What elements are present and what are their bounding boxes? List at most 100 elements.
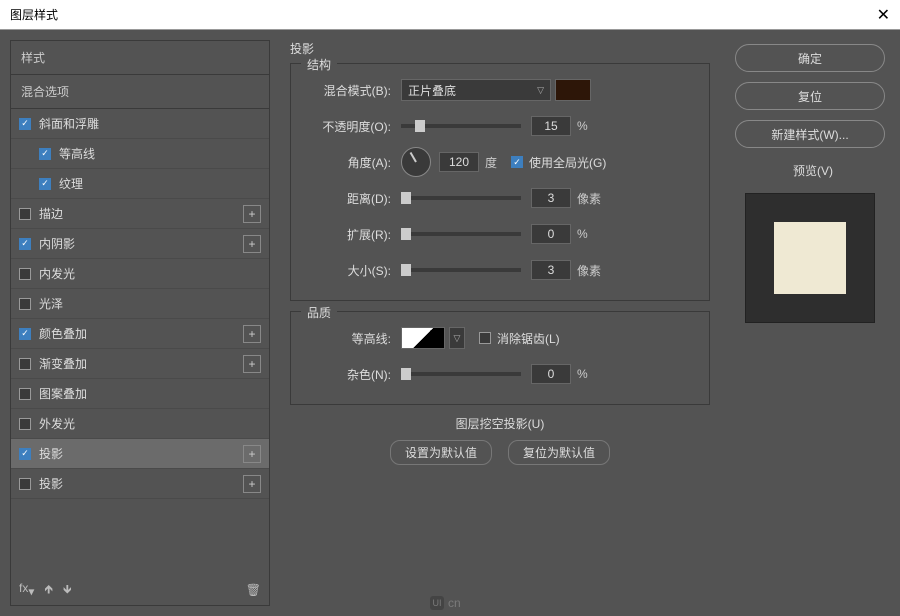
blend-mode-select[interactable]: 正片叠底 ▽ <box>401 79 551 101</box>
add-effect-icon[interactable]: + <box>243 325 261 343</box>
style-item-5[interactable]: 内发光 <box>11 259 269 289</box>
preview-label: 预览(V) <box>793 162 833 179</box>
new-style-button[interactable]: 新建样式(W)... <box>735 120 885 148</box>
style-item-12[interactable]: 投影 + <box>11 469 269 499</box>
knockout-row: 图层挖空投影(U) <box>290 415 710 432</box>
contour-label: 等高线: <box>305 330 391 347</box>
knockout-label: 图层挖空投影(U) <box>456 415 545 432</box>
structure-label: 结构 <box>301 56 337 73</box>
angle-dial[interactable] <box>401 147 431 177</box>
style-checkbox[interactable] <box>19 478 31 490</box>
styles-footer: fx▾ 🡹 🡻 🗑 <box>11 575 269 605</box>
style-item-3[interactable]: 描边 + <box>11 199 269 229</box>
spread-slider[interactable] <box>401 232 521 236</box>
noise-slider[interactable] <box>401 372 521 376</box>
angle-input[interactable]: 120 <box>439 152 479 172</box>
antialias-checkbox[interactable] <box>479 332 491 344</box>
style-list: 斜面和浮雕等高线纹理描边 + 内阴影 + 内发光光泽颜色叠加+ 渐变叠加 + 图案叠加外发光投… <box>11 109 269 575</box>
contour-picker[interactable] <box>401 327 445 349</box>
style-item-8[interactable]: 渐变叠加 + <box>11 349 269 379</box>
dialog-content: 样式 混合选项 斜面和浮雕等高线纹理描边 + 内阴影 + 内发光光泽颜色叠加+ 渐变叠加 +… <box>0 30 900 616</box>
style-item-6[interactable]: 光泽 <box>11 289 269 319</box>
style-item-label: 内阴影 <box>39 235 75 252</box>
spread-label: 扩展(R): <box>305 226 391 243</box>
preview-toggle-row: 预览(V) <box>787 162 833 179</box>
add-effect-icon[interactable]: + <box>243 355 261 373</box>
angle-label: 角度(A): <box>305 154 391 171</box>
watermark-badge: UI <box>430 596 444 610</box>
titlebar: 图层样式 ✕ <box>0 0 900 30</box>
chevron-down-icon: ▽ <box>537 85 544 96</box>
size-slider[interactable] <box>401 268 521 272</box>
style-checkbox[interactable] <box>19 208 31 220</box>
opacity-slider[interactable] <box>401 124 521 128</box>
blend-options-header[interactable]: 混合选项 <box>11 75 269 109</box>
global-light-checkbox[interactable] <box>511 156 523 168</box>
style-checkbox[interactable] <box>19 118 31 130</box>
blend-mode-label: 混合模式(B): <box>305 82 391 99</box>
style-checkbox[interactable] <box>19 448 31 460</box>
style-checkbox[interactable] <box>39 148 51 160</box>
style-item-label: 外发光 <box>39 415 75 432</box>
style-item-label: 渐变叠加 <box>39 355 87 372</box>
style-checkbox[interactable] <box>19 328 31 340</box>
down-arrow-icon[interactable]: 🡻 <box>63 580 72 601</box>
contour-dropdown[interactable]: ▽ <box>449 327 465 349</box>
noise-label: 杂色(N): <box>305 366 391 383</box>
spread-input[interactable]: 0 <box>531 224 571 244</box>
fx-icon[interactable]: fx▾ <box>19 581 34 598</box>
trash-icon[interactable]: 🗑 <box>246 583 261 597</box>
size-row: 大小(S): 3 像素 <box>305 258 695 282</box>
opacity-label: 不透明度(O): <box>305 118 391 135</box>
style-item-0[interactable]: 斜面和浮雕 <box>11 109 269 139</box>
style-item-label: 投影 <box>39 475 63 492</box>
style-item-label: 描边 <box>39 205 63 222</box>
opacity-row: 不透明度(O): 15 % <box>305 114 695 138</box>
style-item-7[interactable]: 颜色叠加+ <box>11 319 269 349</box>
style-item-1[interactable]: 等高线 <box>11 139 269 169</box>
quality-label: 品质 <box>301 304 337 321</box>
style-checkbox[interactable] <box>19 418 31 430</box>
style-checkbox[interactable] <box>19 268 31 280</box>
style-item-label: 斜面和浮雕 <box>39 115 99 132</box>
distance-row: 距离(D): 3 像素 <box>305 186 695 210</box>
style-item-label: 纹理 <box>59 175 83 192</box>
noise-row: 杂色(N): 0 % <box>305 362 695 386</box>
opacity-input[interactable]: 15 <box>531 116 571 136</box>
size-input[interactable]: 3 <box>531 260 571 280</box>
style-item-2[interactable]: 纹理 <box>11 169 269 199</box>
distance-slider[interactable] <box>401 196 521 200</box>
angle-row: 角度(A): 120 度 使用全局光(G) <box>305 150 695 174</box>
style-item-9[interactable]: 图案叠加 <box>11 379 269 409</box>
up-arrow-icon[interactable]: 🡹 <box>44 580 53 601</box>
blend-mode-row: 混合模式(B): 正片叠底 ▽ <box>305 78 695 102</box>
style-item-10[interactable]: 外发光 <box>11 409 269 439</box>
add-effect-icon[interactable]: + <box>243 205 261 223</box>
style-item-label: 投影 <box>39 445 63 462</box>
global-light-label: 使用全局光(G) <box>529 154 606 171</box>
window-title: 图层样式 <box>10 6 58 23</box>
style-checkbox[interactable] <box>19 238 31 250</box>
antialias-label: 消除锯齿(L) <box>497 330 560 347</box>
style-checkbox[interactable] <box>19 388 31 400</box>
style-item-4[interactable]: 内阴影 + <box>11 229 269 259</box>
style-checkbox[interactable] <box>39 178 51 190</box>
add-effect-icon[interactable]: + <box>243 445 261 463</box>
style-checkbox[interactable] <box>19 358 31 370</box>
ok-button[interactable]: 确定 <box>735 44 885 72</box>
styles-header[interactable]: 样式 <box>11 41 269 75</box>
styles-panel: 样式 混合选项 斜面和浮雕等高线纹理描边 + 内阴影 + 内发光光泽颜色叠加+ 渐变叠加 +… <box>10 40 270 606</box>
noise-input[interactable]: 0 <box>531 364 571 384</box>
style-item-11[interactable]: 投影 + <box>11 439 269 469</box>
add-effect-icon[interactable]: + <box>243 475 261 493</box>
preview-box <box>745 193 875 323</box>
reset-default-button[interactable]: 复位为默认值 <box>508 440 610 465</box>
add-effect-icon[interactable]: + <box>243 235 261 253</box>
shadow-color-swatch[interactable] <box>555 79 591 101</box>
style-checkbox[interactable] <box>19 298 31 310</box>
close-icon[interactable]: ✕ <box>877 5 890 25</box>
style-item-label: 光泽 <box>39 295 63 312</box>
distance-input[interactable]: 3 <box>531 188 571 208</box>
set-default-button[interactable]: 设置为默认值 <box>390 440 492 465</box>
cancel-button[interactable]: 复位 <box>735 82 885 110</box>
